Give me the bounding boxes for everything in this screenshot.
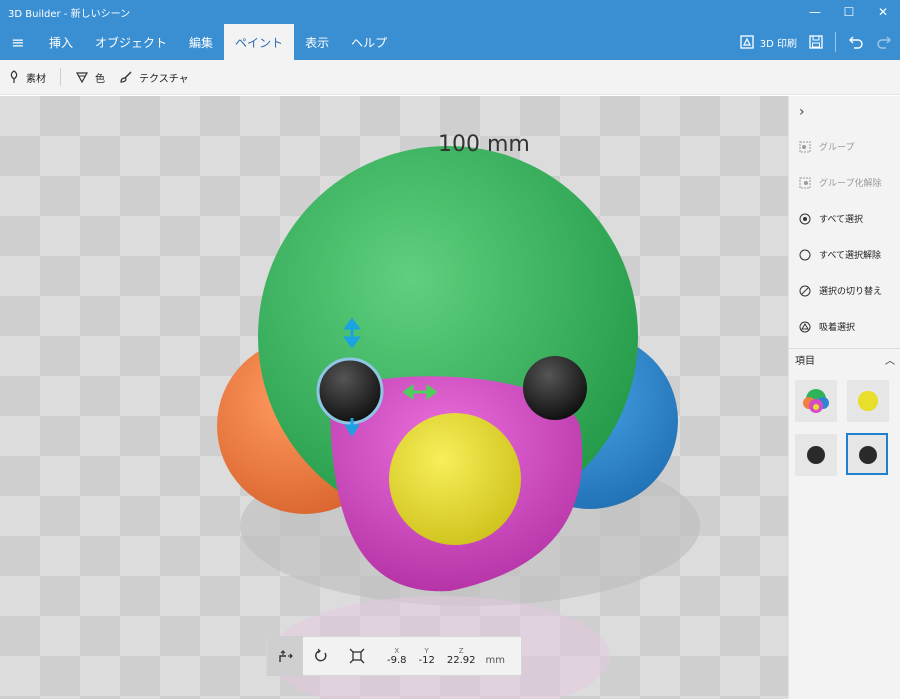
tab-view[interactable]: 表示 bbox=[294, 24, 340, 60]
ungroup-button[interactable]: グループ化解除 bbox=[799, 176, 881, 189]
item-thumbnail-black-2[interactable] bbox=[846, 433, 888, 475]
black-sphere-thumbnail bbox=[807, 446, 825, 464]
select-all-label: すべて選択 bbox=[819, 215, 864, 225]
tab-paint[interactable]: ペイント bbox=[224, 24, 295, 60]
unit-label: mm bbox=[485, 654, 505, 666]
dimension-label: 100 mm bbox=[438, 132, 530, 157]
window-title: 3D Builder - 新しいシーン bbox=[8, 9, 131, 20]
3d-viewport[interactable]: 100 mm X -9.8 Y -12 Z 22.92 mm bbox=[0, 96, 788, 699]
title-bar: 3D Builder - 新しいシーン — ☐ ✕ bbox=[0, 0, 900, 24]
collapse-panel-icon[interactable]: › bbox=[799, 104, 805, 120]
item-thumbnail-yellow[interactable] bbox=[847, 380, 889, 422]
rotate-mode-button[interactable] bbox=[303, 636, 339, 676]
color-label: 色 bbox=[95, 73, 105, 85]
coord-x-value[interactable]: -9.8 bbox=[387, 655, 407, 666]
texture-label: テクスチャ bbox=[139, 73, 189, 85]
window-controls: — ☐ ✕ bbox=[798, 0, 900, 24]
tabs: 挿入 オブジェクト 編集 ペイント 表示 ヘルプ bbox=[38, 24, 398, 60]
tab-insert[interactable]: 挿入 bbox=[38, 24, 84, 60]
tab-bar-actions: 3D 印刷 bbox=[740, 24, 892, 60]
hamburger-menu-icon[interactable]: ≡ bbox=[6, 30, 30, 54]
texture-button[interactable]: テクスチャ bbox=[119, 70, 189, 85]
3d-print-button[interactable]: 3D 印刷 bbox=[740, 35, 797, 50]
items-label: 項目 bbox=[795, 356, 815, 367]
deselect-all-button[interactable]: すべて選択解除 bbox=[799, 248, 881, 261]
lasso-select-button[interactable]: 吸着選択 bbox=[799, 320, 855, 333]
maximize-button[interactable]: ☐ bbox=[832, 0, 866, 24]
select-all-icon bbox=[799, 213, 811, 225]
items-section-header[interactable]: 項目 ︿ bbox=[795, 352, 895, 367]
chevron-up-icon[interactable]: ︿ bbox=[885, 352, 895, 367]
ungroup-icon bbox=[799, 177, 811, 189]
coord-y-label: Y bbox=[424, 646, 429, 655]
scale-mode-button[interactable] bbox=[339, 636, 375, 676]
coord-x-label: X bbox=[394, 646, 400, 655]
toggle-select-label: 選択の切り替え bbox=[819, 287, 883, 297]
coord-x[interactable]: X -9.8 bbox=[387, 647, 407, 666]
deselect-all-label: すべて選択解除 bbox=[819, 251, 882, 261]
yellow-nose-sphere[interactable] bbox=[389, 413, 521, 545]
coordinates: X -9.8 Y -12 Z 22.92 bbox=[387, 647, 476, 666]
lasso-select-icon bbox=[799, 321, 811, 333]
panel-divider bbox=[789, 348, 900, 349]
ungroup-label: グループ化解除 bbox=[819, 179, 882, 189]
save-icon[interactable] bbox=[809, 35, 823, 49]
left-eye-sphere[interactable] bbox=[316, 357, 384, 425]
color-button[interactable]: 色 bbox=[75, 70, 105, 85]
group-model-thumbnail bbox=[803, 389, 829, 413]
coord-z-label: Z bbox=[458, 646, 464, 655]
material-icon bbox=[10, 70, 18, 83]
coord-y[interactable]: Y -12 bbox=[419, 647, 435, 666]
group-icon bbox=[799, 141, 811, 153]
group-button[interactable]: グループ bbox=[799, 140, 854, 153]
undo-icon[interactable] bbox=[848, 34, 864, 50]
move-mode-button[interactable] bbox=[267, 636, 303, 676]
toolbar-separator bbox=[835, 32, 836, 52]
print-3d-icon bbox=[740, 35, 754, 49]
item-thumbnail-group[interactable] bbox=[795, 380, 837, 422]
print-label: 3D 印刷 bbox=[759, 38, 797, 50]
group-label: グループ bbox=[819, 143, 855, 153]
coord-z-value[interactable]: 22.92 bbox=[447, 655, 476, 666]
material-button[interactable]: 素材 bbox=[8, 70, 46, 85]
black-sphere-thumbnail bbox=[859, 446, 877, 464]
brush-icon bbox=[120, 71, 132, 83]
toggle-select-button[interactable]: 選択の切り替え bbox=[799, 284, 882, 297]
ribbon-separator bbox=[60, 68, 61, 86]
coord-z[interactable]: Z 22.92 bbox=[447, 647, 476, 666]
deselect-all-icon bbox=[799, 249, 811, 261]
scale-icon bbox=[349, 648, 365, 664]
select-all-button[interactable]: すべて選択 bbox=[799, 212, 863, 225]
scene-render bbox=[217, 146, 700, 699]
lasso-select-label: 吸着選択 bbox=[819, 323, 856, 333]
coord-y-value[interactable]: -12 bbox=[419, 655, 435, 666]
transform-toolbar: X -9.8 Y -12 Z 22.92 mm bbox=[266, 636, 522, 676]
paint-bucket-icon bbox=[75, 72, 89, 84]
tab-edit[interactable]: 編集 bbox=[178, 24, 224, 60]
material-label: 素材 bbox=[26, 73, 46, 85]
side-panel: › グループ グループ化解除 すべて選択 すべて選択解除 選択の切り替え 吸着選… bbox=[788, 96, 900, 699]
right-eye-sphere[interactable] bbox=[523, 356, 587, 420]
tab-help[interactable]: ヘルプ bbox=[340, 24, 398, 60]
minimize-button[interactable]: — bbox=[798, 0, 832, 24]
tab-object[interactable]: オブジェクト bbox=[84, 24, 178, 60]
move-icon bbox=[279, 650, 293, 662]
paint-ribbon: 素材 色 テクスチャ bbox=[0, 60, 900, 95]
tab-bar: ≡ 挿入 オブジェクト 編集 ペイント 表示 ヘルプ 3D 印刷 bbox=[0, 24, 900, 60]
rotate-icon bbox=[315, 648, 327, 662]
close-button[interactable]: ✕ bbox=[866, 0, 900, 24]
yellow-sphere-thumbnail bbox=[858, 391, 878, 411]
item-thumbnail-black-1[interactable] bbox=[795, 434, 837, 476]
toggle-select-icon bbox=[799, 285, 811, 297]
redo-icon[interactable] bbox=[876, 34, 892, 50]
